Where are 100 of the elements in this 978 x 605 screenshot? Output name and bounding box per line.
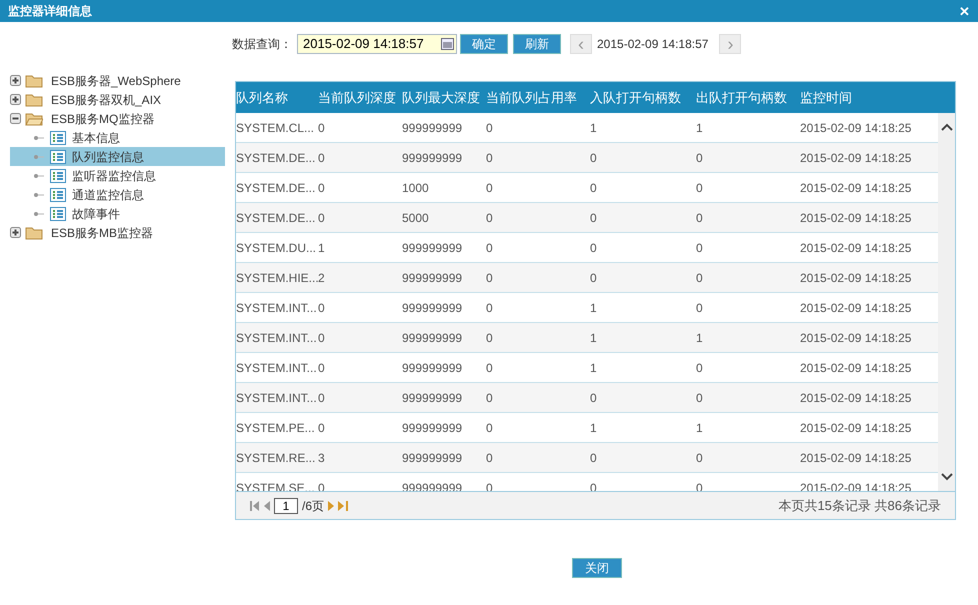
expand-icon[interactable]: [10, 227, 21, 238]
tree-item[interactable]: 基本信息: [10, 128, 225, 147]
table-cell-text: 2015-02-09 14:18:25: [800, 240, 912, 256]
table-cell-text: 5000: [402, 210, 430, 226]
collapse-icon[interactable]: [10, 113, 21, 124]
column-header: 当前队列深度: [318, 88, 397, 107]
list-icon: [50, 168, 66, 182]
folder-icon: [25, 226, 43, 240]
table-cell-text: 2015-02-09 14:18:25: [800, 120, 912, 136]
table-cell-text: 0: [318, 330, 326, 346]
table-cell-text: 2015-02-09 14:18:25: [800, 360, 912, 376]
expand-icon[interactable]: [10, 75, 21, 86]
previous-page-icon[interactable]: [264, 500, 270, 510]
table-cell-text: 0: [486, 180, 494, 196]
tree-item[interactable]: ESB服务器双机_AIX: [50, 90, 162, 108]
tree-item[interactable]: 队列监控信息: [10, 147, 225, 166]
table-cell-text: 999999999: [402, 150, 464, 166]
table-cell-text: 0: [318, 180, 326, 196]
table-cell-text: 2015-02-09 14:18:25: [800, 300, 912, 316]
column-header: 入队打开句柄数: [590, 88, 682, 107]
table-cell-text: 0: [318, 210, 326, 226]
table-cell-text: 999999999: [402, 240, 464, 256]
current-time: 2015-02-09 14:18:57: [597, 36, 708, 53]
table-cell-text: 0: [696, 240, 704, 256]
date-field[interactable]: 2015-02-09 14:18:57: [297, 34, 457, 54]
table-cell-text: 0: [318, 150, 326, 166]
table-cell-text: 2015-02-09 14:18:25: [800, 330, 912, 346]
column-header: 出队打开句柄数: [696, 88, 788, 107]
table-cell-text: 0: [318, 360, 326, 376]
connector-icon: [34, 192, 44, 196]
scrollbar[interactable]: [938, 113, 955, 491]
expand-icon[interactable]: [10, 94, 21, 105]
table-cell-text: 0: [696, 180, 704, 196]
folder-icon: [25, 74, 43, 88]
table-cell-text: 0: [486, 270, 494, 286]
table-cell-text: 999999999: [402, 270, 464, 286]
table-cell-text: 2015-02-09 14:18:25: [800, 270, 912, 286]
table-cell-text: 2015-02-09 14:18:25: [800, 390, 912, 406]
table-cell-text: 0: [486, 390, 494, 406]
tree-item[interactable]: 监听器监控信息: [10, 166, 225, 185]
table-cell-text: 0: [590, 390, 598, 406]
tree-item[interactable]: ESB服务MQ监控器: [50, 110, 156, 128]
table-cell-text: 999999999: [402, 450, 464, 466]
tree-item[interactable]: ESB服务MB监控器: [50, 224, 154, 242]
table-cell-text: 999999999: [402, 300, 464, 316]
open-folder-icon: [25, 112, 43, 126]
tree-item[interactable]: 通道监控信息: [10, 185, 225, 204]
scroll-down-icon[interactable]: [940, 473, 952, 481]
table-cell-text: 0: [590, 180, 598, 196]
list-icon: [50, 150, 66, 164]
table-cell-text: SYSTEM.CL...: [236, 120, 316, 136]
table-cell-text: 2015-02-09 14:18:25: [800, 450, 912, 466]
confirm-button[interactable]: 确定: [460, 34, 508, 54]
table-cell-text: SYSTEM.INT...: [236, 360, 318, 376]
table-cell-text: 0: [486, 150, 494, 166]
connector-icon: [34, 174, 44, 178]
table-cell-text: 1: [696, 420, 704, 436]
page-field[interactable]: 1: [274, 498, 298, 514]
table-cell-text: 2015-02-09 14:18:25: [800, 150, 912, 166]
close-button[interactable]: ✕: [959, 4, 970, 18]
table-cell-text: 0: [486, 360, 494, 376]
table-cell-text: 0: [318, 390, 326, 406]
table-cell-text: 2015-02-09 14:18:25: [800, 180, 912, 196]
record-summary: 本页共15条记录 共86条记录: [778, 496, 941, 515]
table-cell-text: SYSTEM.INT...: [236, 300, 318, 316]
table-cell-text: 1: [590, 300, 598, 316]
scroll-up-icon[interactable]: [940, 123, 952, 131]
table-cell-text: 2015-02-09 14:18:25: [800, 420, 912, 436]
list-icon: [50, 188, 66, 202]
table-cell-text: 0: [696, 270, 704, 286]
table-cell-text: 2015-02-09 14:18:25: [800, 210, 912, 226]
table-cell-text: 0: [696, 210, 704, 226]
connector-icon: [34, 154, 44, 158]
table-cell-text: 0: [590, 240, 598, 256]
table-cell-text: 0: [590, 150, 598, 166]
column-header: 当前队列占用率: [486, 88, 578, 107]
page-count: /6页: [302, 498, 324, 514]
query-label: 数据查询：: [232, 36, 292, 53]
table-cell-text: SYSTEM.DE...: [236, 150, 316, 166]
table-cell-text: SYSTEM.RE...: [236, 450, 316, 466]
table-cell-text: 0: [590, 210, 598, 226]
connector-icon: [34, 212, 44, 216]
table-cell-text: SYSTEM.INT...: [236, 390, 318, 406]
refresh-button[interactable]: 刷新: [513, 34, 561, 54]
table-cell-text: SYSTEM.DE...: [236, 180, 316, 196]
table-cell-text: 1: [696, 330, 704, 346]
table-cell-text: SYSTEM.DU...: [236, 240, 318, 256]
close-dialog-button[interactable]: 关闭: [572, 558, 622, 578]
calendar-icon[interactable]: [441, 38, 454, 50]
table-cell-text: 3: [318, 450, 326, 466]
table-cell-text: 0: [318, 300, 326, 316]
table-cell-text: 999999999: [402, 360, 464, 376]
table-cell-text: 0: [486, 300, 494, 316]
table-cell-text: SYSTEM.INT...: [236, 330, 318, 346]
table-cell-text: 0: [486, 450, 494, 466]
first-page-icon[interactable]: [250, 500, 260, 510]
table-cell-text: 0: [486, 120, 494, 136]
tree-item[interactable]: 故障事件: [10, 204, 225, 223]
column-header: 队列最大深度: [402, 88, 481, 107]
tree-item[interactable]: ESB服务器_WebSphere: [50, 72, 182, 90]
